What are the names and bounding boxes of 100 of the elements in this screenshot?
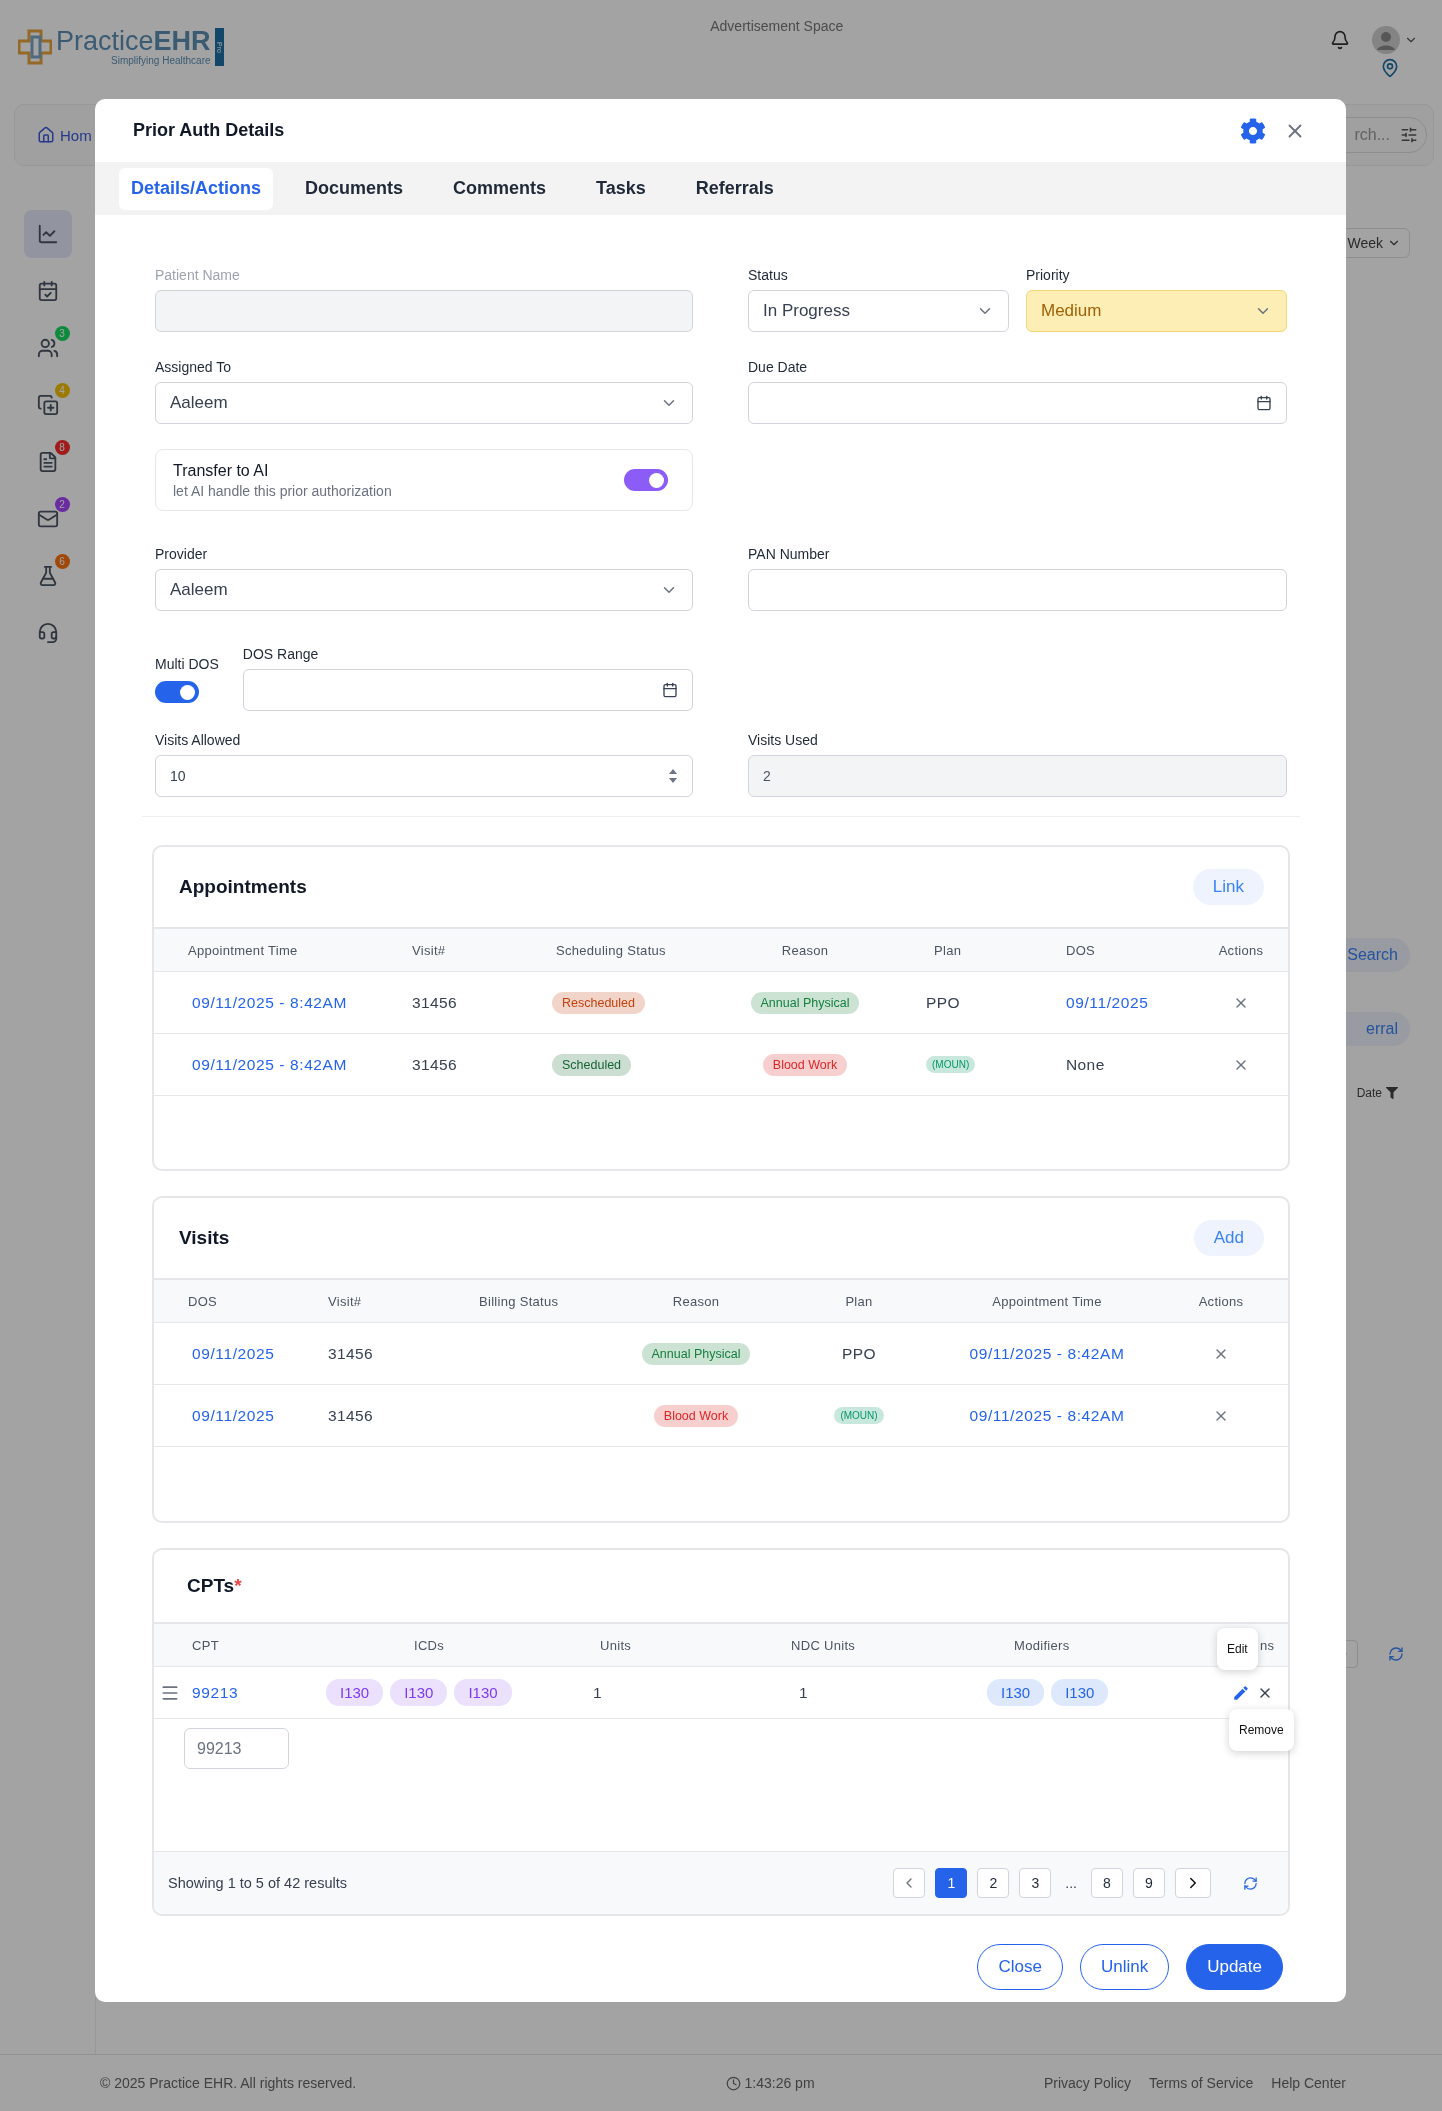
date-field[interactable] bbox=[242, 669, 693, 711]
column-header: Units bbox=[600, 1637, 632, 1653]
clock-time: 1:43:26 pm bbox=[744, 2075, 815, 2091]
add-button[interactable]: Add bbox=[1193, 1220, 1264, 1256]
column-header: DOS bbox=[1066, 942, 1096, 958]
avatar-icon[interactable] bbox=[1372, 26, 1400, 54]
date-link[interactable]: 09/11/2025 bbox=[192, 1406, 275, 1425]
icd-chip: I130 bbox=[390, 1679, 448, 1706]
footer-link[interactable]: Terms of Service bbox=[1149, 2075, 1254, 2091]
spinner-icon[interactable] bbox=[668, 768, 678, 784]
field-label: Patient Name bbox=[155, 267, 241, 283]
column-header: Reason bbox=[672, 1293, 720, 1309]
page-button[interactable]: 2 bbox=[977, 1868, 1010, 1898]
sidebar-item[interactable]: 8 bbox=[23, 438, 72, 486]
pagination-ellipsis: ... bbox=[1064, 1875, 1078, 1891]
footer-link[interactable]: Help Center bbox=[1271, 2075, 1346, 2091]
date-link[interactable]: 09/11/2025 bbox=[1066, 993, 1149, 1012]
column-header: Plan bbox=[845, 1293, 873, 1309]
tab[interactable]: Referrals bbox=[683, 167, 786, 210]
select-field[interactable]: Aaleem bbox=[155, 569, 693, 611]
field-label: PAN Number bbox=[748, 546, 831, 562]
table-cell: 1 bbox=[593, 1683, 603, 1702]
refresh-icon[interactable] bbox=[1243, 1875, 1258, 1891]
field-label: Visits Used bbox=[748, 732, 819, 748]
select-field[interactable]: Aaleem bbox=[155, 382, 693, 424]
status-badge: Annual Physical bbox=[641, 1342, 751, 1365]
link-button[interactable]: Link bbox=[1192, 869, 1264, 905]
copyright-text: © 2025 Practice EHR. All rights reserved. bbox=[100, 2075, 357, 2091]
tab[interactable]: Tasks bbox=[584, 167, 658, 210]
location-icon[interactable] bbox=[1380, 58, 1400, 78]
field-label: Priority bbox=[1026, 267, 1071, 283]
page-button[interactable]: 8 bbox=[1091, 1868, 1123, 1898]
edit-icon[interactable] bbox=[1232, 1683, 1250, 1702]
card-title: CPTs* bbox=[186, 1575, 242, 1597]
column-header: Date bbox=[1356, 1086, 1382, 1100]
home-icon[interactable] bbox=[37, 126, 55, 144]
bell-icon[interactable] bbox=[1330, 30, 1350, 50]
toggle-switch[interactable] bbox=[624, 469, 668, 491]
logo-text: PracticeEHR bbox=[56, 28, 211, 55]
tab[interactable]: Details/Actions bbox=[119, 167, 274, 210]
primary-button[interactable]: Update bbox=[1186, 1944, 1283, 1990]
select-field[interactable]: In Progress bbox=[748, 290, 1009, 332]
count-badge: 3 bbox=[54, 326, 70, 341]
column-header: Modifiers bbox=[1014, 1637, 1070, 1653]
column-header: NDC Units bbox=[791, 1637, 856, 1653]
count-badge: 2 bbox=[54, 497, 70, 512]
card-title: Appointments bbox=[179, 876, 307, 898]
outline-button[interactable]: Close bbox=[977, 1944, 1063, 1990]
settings-icon[interactable] bbox=[1240, 117, 1266, 144]
page-button[interactable]: 1 bbox=[935, 1868, 968, 1898]
number-field[interactable]: 10 bbox=[155, 755, 693, 797]
home-link[interactable]: Hom bbox=[60, 126, 92, 144]
table-cell: 31456 bbox=[328, 1344, 374, 1363]
date-link[interactable]: 09/11/2025 - 8:42AM bbox=[192, 993, 348, 1012]
column-header: DOS bbox=[188, 1293, 218, 1309]
cpt-link[interactable]: 99213 bbox=[192, 1683, 239, 1702]
page-button[interactable]: 9 bbox=[1133, 1868, 1165, 1898]
input-field[interactable] bbox=[748, 569, 1287, 611]
table-cell: 31456 bbox=[412, 993, 458, 1012]
footer-link[interactable]: Privacy Policy bbox=[1043, 2075, 1132, 2091]
column-header: Visit# bbox=[412, 942, 446, 958]
column-header: Plan bbox=[934, 942, 962, 958]
column-header: ICDs bbox=[414, 1637, 445, 1653]
tooltip: Edit bbox=[1217, 1628, 1258, 1670]
status-badge: Scheduled bbox=[552, 1053, 632, 1076]
date-link[interactable]: 09/11/2025 - 8:42AM bbox=[192, 1055, 348, 1074]
status-badge: Blood Work bbox=[762, 1053, 848, 1076]
filter-icon[interactable] bbox=[1400, 126, 1418, 144]
status-badge: Annual Physical bbox=[750, 991, 860, 1014]
filter-icon[interactable] bbox=[1386, 1087, 1398, 1099]
field-label: Assigned To bbox=[155, 359, 232, 375]
outline-button[interactable]: Unlink bbox=[1079, 1944, 1170, 1990]
date-link[interactable]: 09/11/2025 bbox=[192, 1344, 275, 1363]
field-label: DOS Range bbox=[242, 646, 320, 662]
table-cell: PPO bbox=[842, 1344, 876, 1363]
toggle-switch[interactable] bbox=[155, 681, 199, 703]
sidebar-item[interactable] bbox=[23, 210, 72, 258]
input-field[interactable]: 99213 bbox=[184, 1728, 289, 1769]
sidebar-item[interactable]: 2 bbox=[23, 495, 72, 543]
date-link[interactable]: 09/11/2025 - 8:42AM bbox=[969, 1406, 1125, 1425]
date-link[interactable]: 09/11/2025 - 8:42AM bbox=[969, 1344, 1125, 1363]
tab[interactable]: Documents bbox=[293, 167, 416, 210]
status-badge: Blood Work bbox=[653, 1404, 739, 1427]
page-button[interactable]: 3 bbox=[1019, 1868, 1052, 1898]
clock-icon bbox=[725, 2075, 741, 2091]
table-cell: None bbox=[1066, 1055, 1105, 1074]
select-field[interactable]: Medium bbox=[1026, 290, 1287, 332]
field-label: Multi DOS bbox=[155, 656, 219, 672]
ad-text: Advertisement Space bbox=[709, 18, 845, 34]
refresh-icon[interactable] bbox=[1388, 1646, 1404, 1662]
tab[interactable]: Comments bbox=[441, 167, 559, 210]
results-summary: Showing 1 to 5 of 42 results bbox=[168, 1875, 347, 1891]
calendar-icon[interactable] bbox=[662, 682, 678, 698]
plan-tag: (MOUN) bbox=[926, 1056, 976, 1073]
count-badge: 8 bbox=[54, 440, 70, 455]
modifier-chip: I130 bbox=[987, 1679, 1045, 1706]
date-field[interactable] bbox=[748, 382, 1287, 424]
headset-icon bbox=[36, 622, 59, 644]
calendar-icon[interactable] bbox=[1256, 395, 1272, 411]
column-header: ns bbox=[1260, 1637, 1275, 1653]
